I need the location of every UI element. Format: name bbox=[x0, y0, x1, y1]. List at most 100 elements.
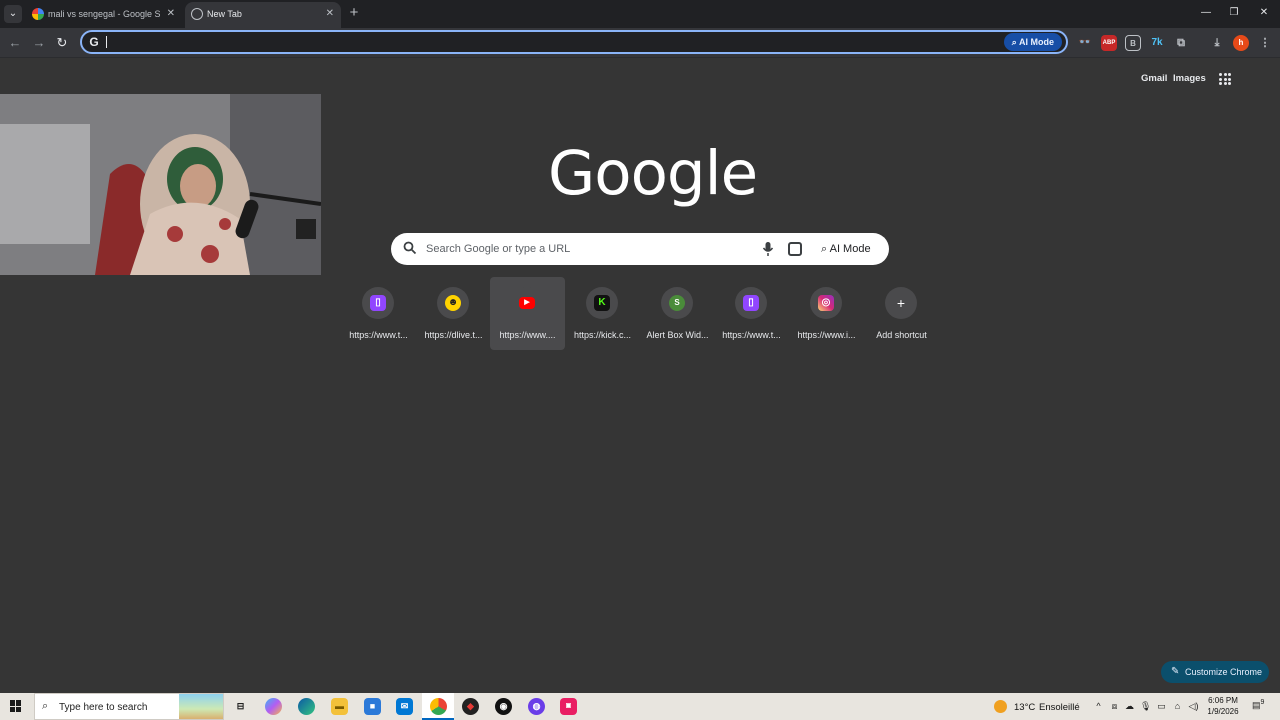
shortcut-label: https://www.t... bbox=[722, 330, 781, 340]
address-bar[interactable]: G ⌕ AI Mode bbox=[80, 30, 1068, 54]
profile-avatar[interactable]: h bbox=[1233, 35, 1249, 51]
download-icon[interactable]: ⤓ bbox=[1209, 35, 1225, 51]
restore-button[interactable]: ❐ bbox=[1224, 4, 1244, 22]
clock[interactable]: 6:06 PM 1/9/2026 bbox=[1200, 695, 1246, 717]
vpn-icon[interactable]: ⌂ bbox=[1172, 701, 1183, 712]
search-icon bbox=[403, 241, 417, 255]
kebab-menu-icon[interactable]: ⋮ bbox=[1257, 35, 1273, 51]
cloud-icon[interactable]: ☁ bbox=[1124, 701, 1135, 712]
shortcut-youtube[interactable]: ▶ https://www.... bbox=[490, 277, 565, 350]
shortcut-label: https://kick.c... bbox=[573, 330, 631, 340]
microphone-icon[interactable] bbox=[761, 241, 775, 257]
adblock-icon[interactable]: ABP bbox=[1101, 35, 1117, 51]
translate-icon[interactable]: 7k bbox=[1149, 35, 1165, 51]
clock-time: 6:06 PM bbox=[1208, 696, 1238, 705]
shortcut-icon-bg: ▶ bbox=[511, 287, 543, 319]
sun-icon bbox=[994, 700, 1007, 713]
plus-icon: + bbox=[896, 295, 906, 311]
taskbar-search[interactable]: ⌕ Type here to search bbox=[34, 693, 224, 720]
images-link[interactable]: Images bbox=[1173, 73, 1206, 84]
shortcut-label: https://dlive.t... bbox=[424, 330, 483, 340]
shortcut-add[interactable]: + Add shortcut bbox=[864, 277, 939, 350]
windows-start-icon[interactable] bbox=[10, 700, 22, 712]
shortcut-twitch-2[interactable]: ▯ https://www.t... bbox=[714, 277, 789, 350]
shortcut-icon-bg: K bbox=[586, 287, 618, 319]
google-lens-icon[interactable] bbox=[788, 242, 802, 256]
kick-icon: K bbox=[594, 295, 610, 311]
shortcut-kick[interactable]: K https://kick.c... bbox=[565, 277, 640, 350]
close-icon[interactable]: ✕ bbox=[326, 2, 334, 26]
red-app-icon[interactable]: ◆ bbox=[462, 698, 479, 715]
forward-button[interactable]: → bbox=[30, 34, 48, 52]
text-cursor bbox=[106, 36, 107, 48]
puzzle-icon[interactable]: ⧉ bbox=[1173, 35, 1189, 51]
shortcut-label: https://www.... bbox=[499, 330, 556, 340]
incognito-glasses-icon[interactable]: 👓 bbox=[1077, 35, 1093, 51]
tab-new-tab[interactable]: New Tab ✕ bbox=[185, 2, 341, 28]
volume-icon[interactable]: ◁) bbox=[1188, 701, 1199, 712]
tab-search-button[interactable]: ⌄ bbox=[4, 5, 22, 23]
shortcut-icon-bg: ☻ bbox=[437, 287, 469, 319]
microphone-icon[interactable]: 🎙 bbox=[1140, 701, 1151, 712]
tab-title: mali vs sengegal - Google Search bbox=[48, 9, 160, 19]
customize-chrome-button[interactable]: ✎ Customize Chrome bbox=[1161, 661, 1269, 683]
file-explorer-icon[interactable]: ▬ bbox=[331, 698, 348, 715]
webcam-overlay bbox=[0, 94, 321, 275]
shortcut-icon-bg: ◎ bbox=[810, 287, 842, 319]
customize-label: Customize Chrome bbox=[1185, 667, 1263, 677]
search-box[interactable]: Search Google or type a URL ⌕ AI Mode bbox=[391, 233, 889, 265]
reload-button[interactable]: ↻ bbox=[53, 34, 71, 52]
edge-icon[interactable] bbox=[298, 698, 315, 715]
search-placeholder: Search Google or type a URL bbox=[426, 243, 571, 255]
shortcut-label: https://www.t... bbox=[349, 330, 408, 340]
task-view-icon[interactable]: ⊟ bbox=[232, 698, 249, 715]
obs-icon[interactable]: ◉ bbox=[495, 698, 512, 715]
shortcut-icon-bg: ▯ bbox=[362, 287, 394, 319]
network-icon[interactable]: ▭ bbox=[1156, 701, 1167, 712]
shortcut-dlive[interactable]: ☻ https://dlive.t... bbox=[416, 277, 491, 350]
weather-condition[interactable]: Ensoleillé bbox=[1039, 702, 1080, 713]
search-highlight-art bbox=[179, 694, 223, 719]
shortcut-alert-box[interactable]: S Alert Box Wid... bbox=[640, 277, 715, 350]
twitch-icon: ▯ bbox=[370, 295, 386, 311]
search-ai-mode-button[interactable]: ⌕ AI Mode bbox=[814, 237, 878, 261]
minimize-button[interactable]: — bbox=[1196, 4, 1216, 22]
shortcut-icon-bg: + bbox=[885, 287, 917, 319]
chrome-favicon-icon bbox=[191, 8, 203, 20]
copilot-icon[interactable] bbox=[265, 698, 282, 715]
ai-mode-label: AI Mode bbox=[1019, 37, 1054, 47]
tray-app-icon[interactable]: ⧈ bbox=[1109, 701, 1120, 712]
mail-icon[interactable]: ✉ bbox=[396, 698, 413, 715]
shortcut-label: Add shortcut bbox=[876, 330, 927, 340]
back-button[interactable]: ← bbox=[6, 34, 24, 52]
tab-strip: ⌄ mali vs sengegal - Google Search ✕ New… bbox=[0, 0, 1280, 28]
tab-google-search[interactable]: mali vs sengegal - Google Search ✕ bbox=[26, 2, 182, 28]
store-icon[interactable]: ■ bbox=[364, 698, 381, 715]
google-g-icon: G bbox=[89, 35, 99, 49]
square-b-icon[interactable]: B bbox=[1125, 35, 1141, 51]
close-window-button[interactable]: ✕ bbox=[1254, 4, 1274, 22]
toolbar: ← → ↻ G ⌕ AI Mode 👓 ABP B 7k ⧉ ⤓ h ⋮ bbox=[0, 28, 1280, 58]
streamelements-icon: S bbox=[669, 295, 685, 311]
tab-title: New Tab bbox=[207, 9, 242, 19]
chevron-up-icon[interactable]: ^ bbox=[1093, 701, 1104, 712]
pink-app-icon[interactable]: ▣ bbox=[560, 698, 577, 715]
shortcut-icon-bg: ▯ bbox=[735, 287, 767, 319]
google-logo: Google bbox=[548, 138, 758, 209]
notification-icon[interactable]: ▤9 bbox=[1252, 699, 1266, 713]
new-tab-button[interactable]: + bbox=[346, 5, 362, 21]
shortcut-twitch[interactable]: ▯ https://www.t... bbox=[341, 277, 416, 350]
shortcut-instagram[interactable]: ◎ https://www.i... bbox=[789, 277, 864, 350]
streaming-app-icon[interactable]: ◍ bbox=[528, 698, 545, 715]
instagram-icon: ◎ bbox=[818, 295, 834, 311]
chrome-icon[interactable] bbox=[430, 698, 447, 715]
taskbar-search-placeholder: Type here to search bbox=[59, 702, 148, 713]
google-apps-icon[interactable] bbox=[1219, 73, 1231, 85]
weather-temp[interactable]: 13°C bbox=[1014, 702, 1035, 713]
ai-mode-label: AI Mode bbox=[829, 243, 871, 255]
pencil-icon: ✎ bbox=[1171, 666, 1180, 677]
shortcut-label: Alert Box Wid... bbox=[646, 330, 709, 340]
gmail-link[interactable]: Gmail bbox=[1141, 73, 1167, 84]
omnibox-ai-mode-button[interactable]: ⌕ AI Mode bbox=[1003, 33, 1062, 51]
close-icon[interactable]: ✕ bbox=[167, 2, 175, 26]
